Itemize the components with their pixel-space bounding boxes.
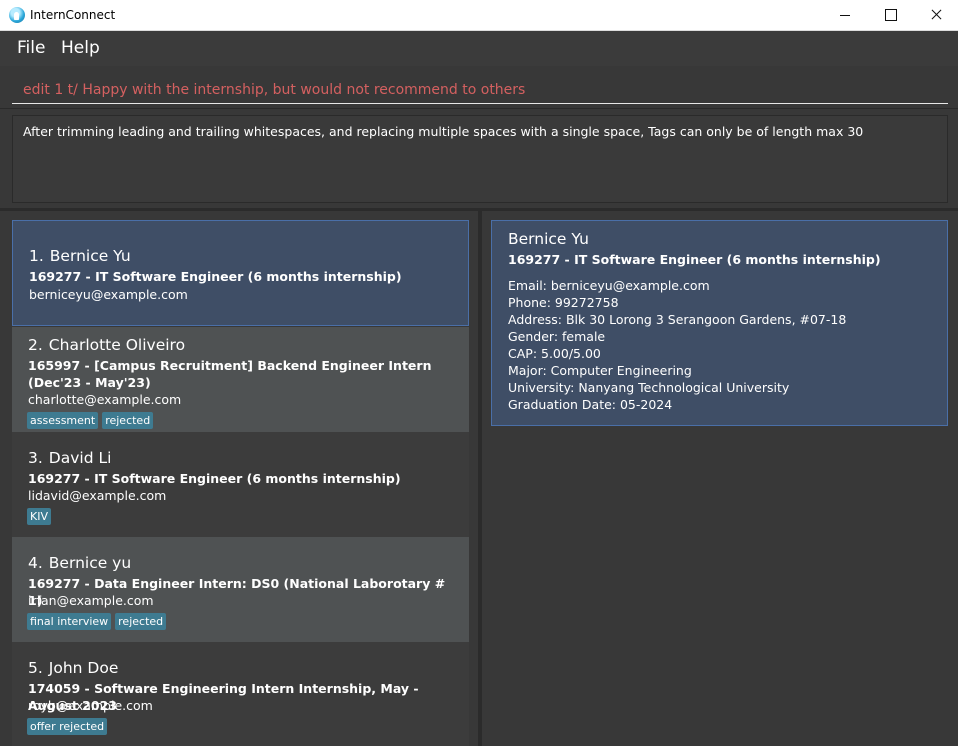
detail-address: Address: Blk 30 Lorong 3 Serangoon Garde… <box>508 312 847 327</box>
detail-panel: Bernice Yu 169277 - IT Software Engineer… <box>482 211 958 746</box>
detail-name: Bernice Yu <box>508 230 589 248</box>
menu-file[interactable]: File <box>17 38 45 58</box>
applicant-email: royb@example.com <box>28 698 153 713</box>
tag-list: final interview rejected <box>27 610 170 630</box>
tag: rejected <box>102 412 154 429</box>
detail-major: Major: Computer Engineering <box>508 363 692 378</box>
tag: rejected <box>115 613 167 630</box>
applicant-name: 5. John Doe <box>28 659 119 677</box>
tag-list: assessment rejected <box>27 409 157 429</box>
applicant-email: charlotte@example.com <box>28 392 182 407</box>
applicant-detail-card: Bernice Yu 169277 - IT Software Engineer… <box>491 220 948 426</box>
applicant-name: 1. Bernice Yu <box>29 247 131 265</box>
detail-cap: CAP: 5.00/5.00 <box>508 346 601 361</box>
app-logo-icon <box>9 7 25 23</box>
list-item[interactable]: 5. John Doe 174059 - Software Engineering… <box>12 642 469 746</box>
applicant-name: 2. Charlotte Oliveiro <box>28 336 186 354</box>
applicant-name: 4. Bernice yu <box>28 554 132 572</box>
detail-gender: Gender: female <box>508 329 606 344</box>
tag: final interview <box>27 613 112 630</box>
detail-university: University: Nanyang Technological Univer… <box>508 380 790 395</box>
command-input[interactable] <box>12 76 948 104</box>
applicant-job: 169277 - IT Software Engineer (6 months … <box>29 269 402 284</box>
detail-phone: Phone: 99272758 <box>508 295 619 310</box>
applicant-name: 3. David Li <box>28 449 112 467</box>
menu-help[interactable]: Help <box>61 38 100 58</box>
applicant-job: 169277 - IT Software Engineer (6 months … <box>28 471 401 486</box>
tag-list: KIV <box>27 505 55 525</box>
applicant-email: irfan@example.com <box>28 593 154 608</box>
tag-list: offer rejected <box>27 715 111 735</box>
detail-fields: Email: berniceyu@example.com Phone: 9927… <box>508 277 846 413</box>
list-item[interactable]: 2. Charlotte Oliveiro 165997 - [Campus Re… <box>12 327 469 432</box>
detail-email: Email: berniceyu@example.com <box>508 278 710 293</box>
result-display[interactable]: After trimming leading and trailing whit… <box>12 115 948 203</box>
list-item[interactable]: 3. David Li 169277 - IT Software Engineer… <box>12 432 469 537</box>
tag: KIV <box>27 508 51 525</box>
applicant-email: berniceyu@example.com <box>29 287 188 302</box>
maximize-icon[interactable] <box>867 0 913 31</box>
applicant-email: lidavid@example.com <box>28 488 167 503</box>
result-message: After trimming leading and trailing whit… <box>23 124 864 139</box>
tag: offer rejected <box>27 718 108 735</box>
list-item[interactable]: 4. Bernice yu 169277 - Data Engineer Inte… <box>12 537 469 642</box>
detail-job: 169277 - IT Software Engineer (6 months … <box>508 252 881 267</box>
title-bar: InternConnect <box>0 0 958 31</box>
tag: assessment <box>27 412 99 429</box>
list-item[interactable]: 1. Bernice Yu 169277 - IT Software Engine… <box>12 220 469 326</box>
menu-bar: File Help <box>0 31 958 66</box>
close-icon[interactable] <box>913 0 958 31</box>
applicant-list[interactable]: 1. Bernice Yu 169277 - IT Software Engine… <box>0 211 478 746</box>
detail-graduation: Graduation Date: 05-2024 <box>508 397 673 412</box>
window-title: InternConnect <box>30 8 116 22</box>
applicant-job: 165997 - [Campus Recruitment] Backend En… <box>28 358 432 390</box>
minimize-icon[interactable] <box>822 0 868 31</box>
command-box <box>0 66 958 109</box>
